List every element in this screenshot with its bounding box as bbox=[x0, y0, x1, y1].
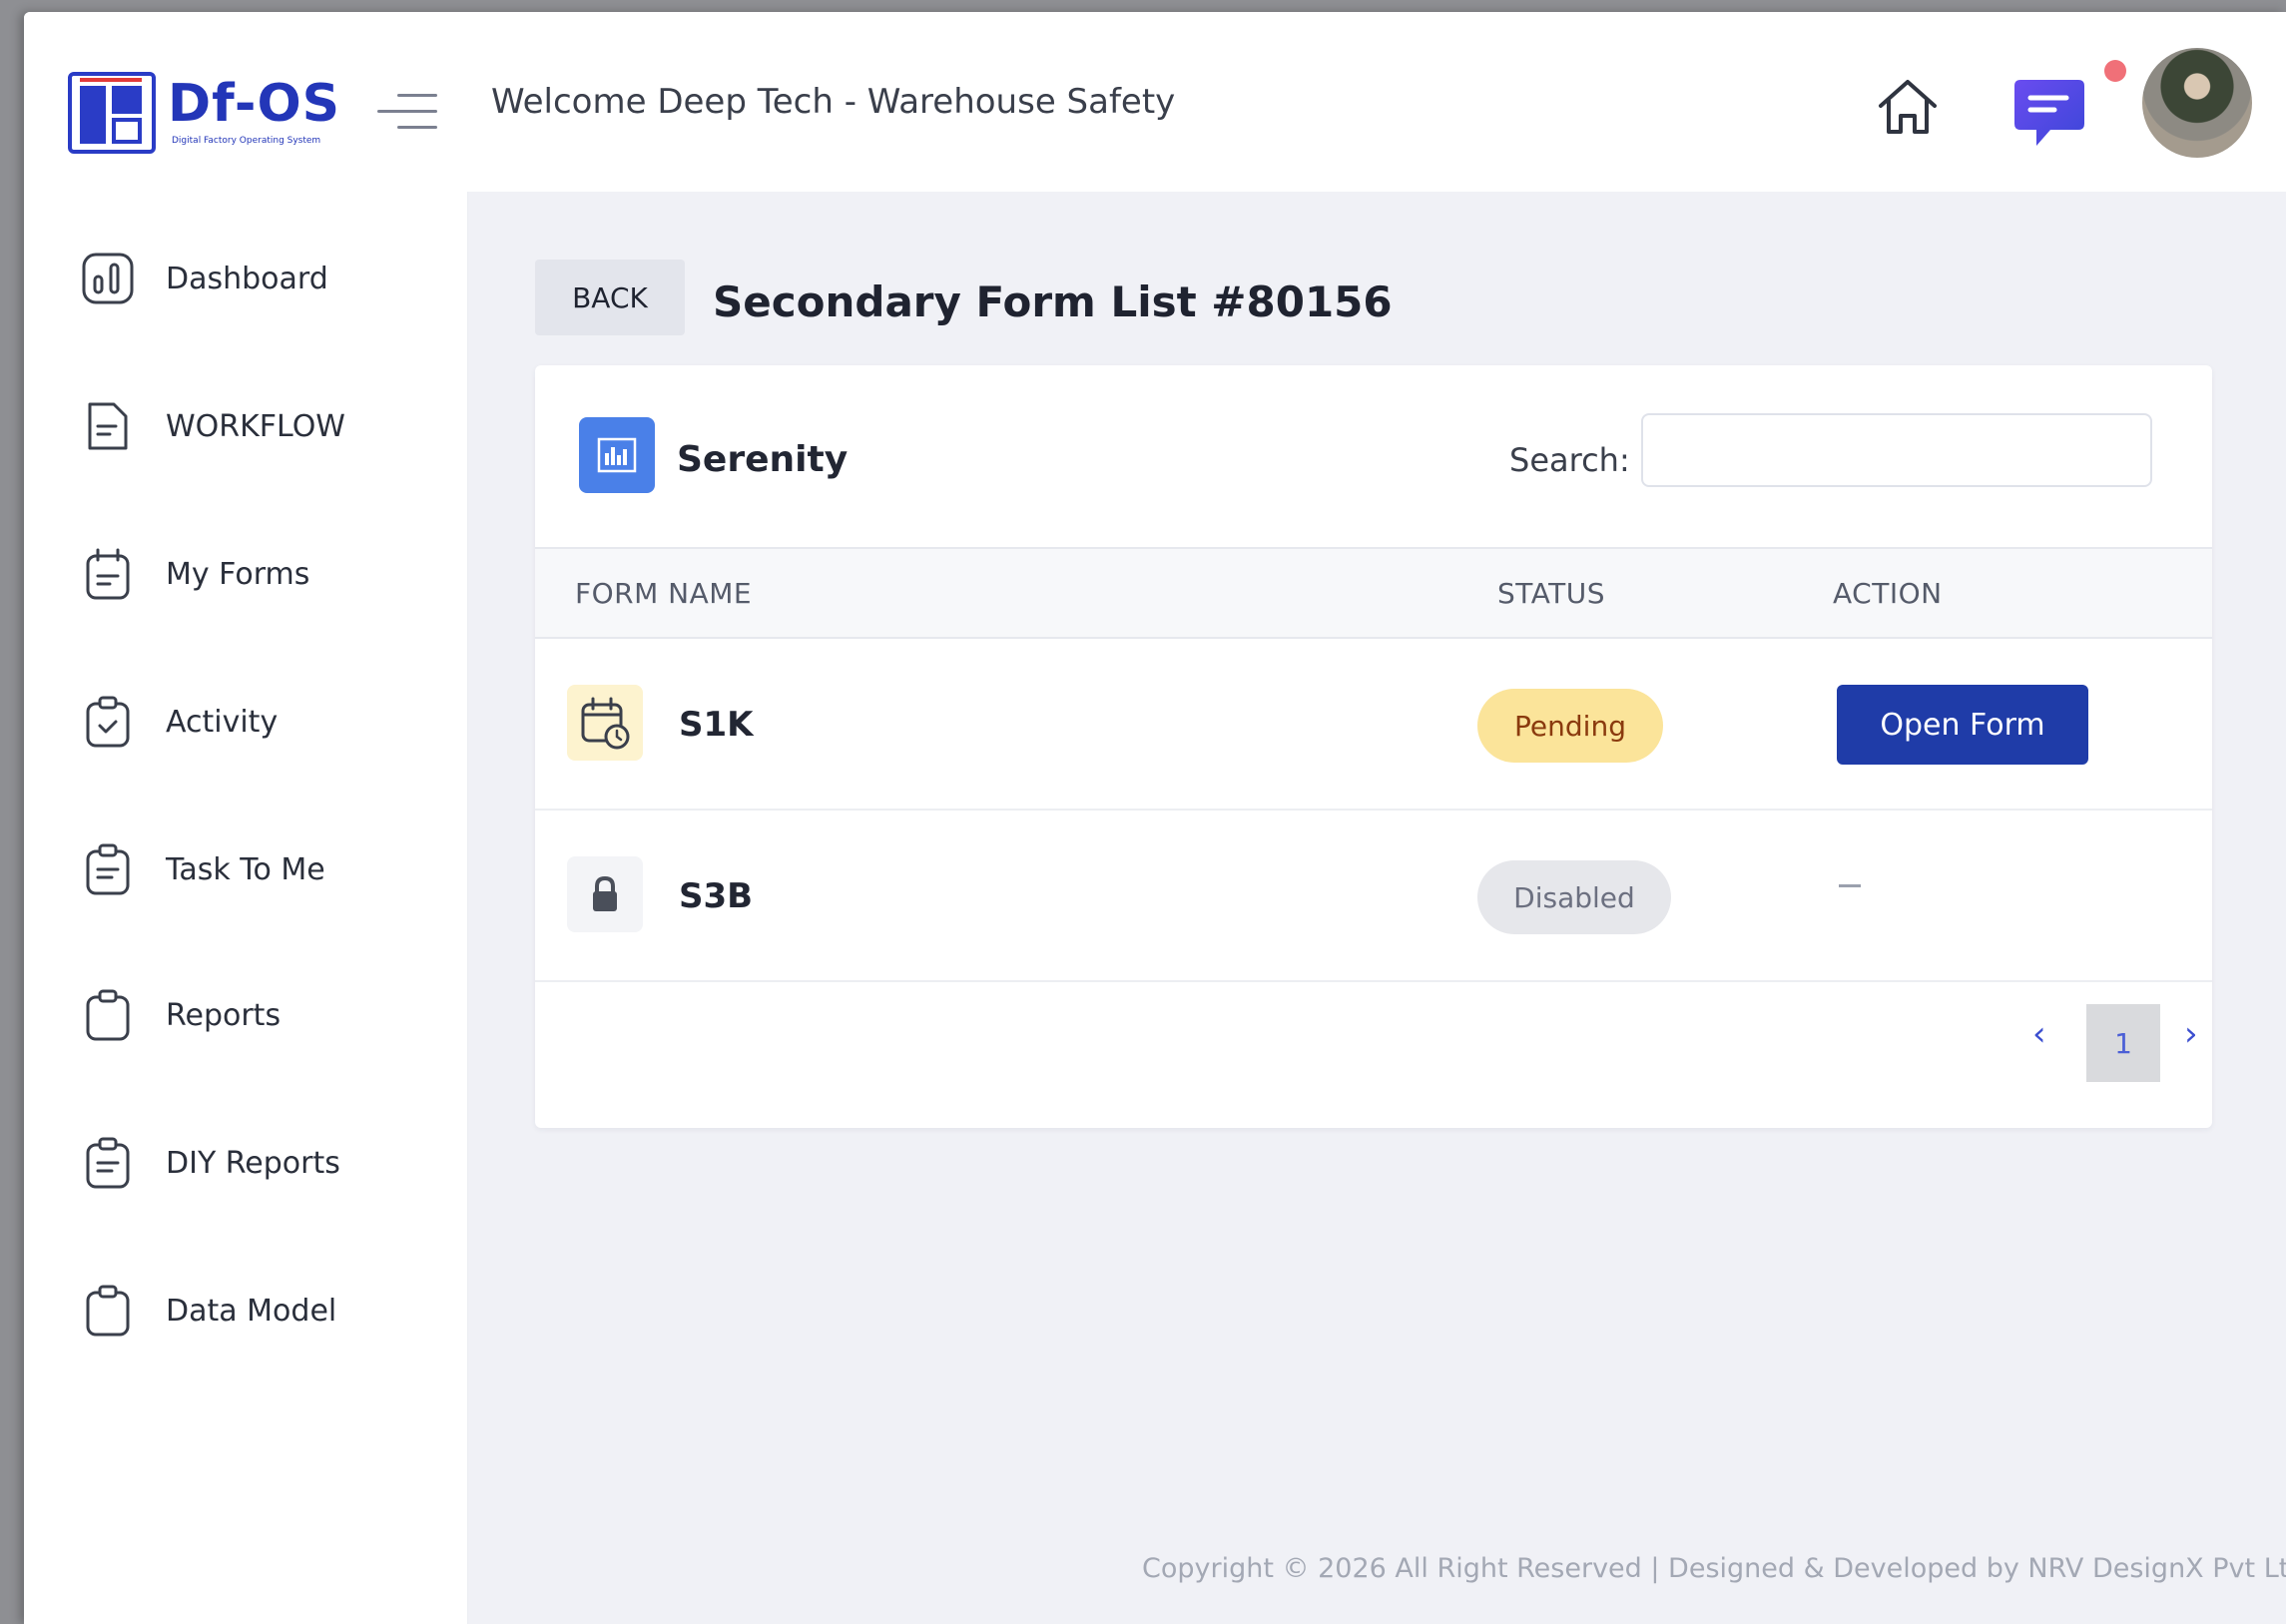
sidebar-item-dashboard[interactable]: Dashboard bbox=[80, 244, 439, 313]
back-button[interactable]: BACK bbox=[535, 260, 685, 335]
sidebar-item-workflow[interactable]: WORKFLOW bbox=[80, 391, 439, 461]
no-action-placeholder bbox=[1839, 884, 1861, 887]
sidebar-item-activity[interactable]: Activity bbox=[80, 687, 439, 757]
sidebar-item-label: My Forms bbox=[166, 556, 310, 592]
table-header: FORM NAME STATUS ACTION bbox=[535, 547, 2212, 639]
form-name: S3B bbox=[679, 876, 754, 916]
brand-tagline: Digital Factory Operating System bbox=[172, 136, 321, 146]
clipboard-icon bbox=[86, 1285, 130, 1337]
menu-toggle-icon[interactable] bbox=[377, 94, 437, 134]
column-header-form-name[interactable]: FORM NAME bbox=[575, 577, 752, 610]
calendar-form-icon bbox=[86, 548, 130, 600]
status-badge: Disabled bbox=[1477, 860, 1671, 934]
lock-icon bbox=[567, 856, 643, 932]
sidebar-item-label: DIY Reports bbox=[166, 1145, 340, 1181]
form-name: S1K bbox=[679, 705, 754, 745]
top-header: Welcome Deep Tech - Warehouse Safety bbox=[467, 12, 2286, 192]
sidebar-item-data-model[interactable]: Data Model bbox=[80, 1276, 439, 1346]
card-title: Serenity bbox=[677, 439, 849, 480]
logo-mark-icon bbox=[68, 72, 156, 154]
clipboard-list-icon bbox=[86, 843, 130, 895]
sidebar-item-label: Reports bbox=[166, 997, 282, 1033]
form-list-card: Serenity Search: FORM NAME STATUS ACTION… bbox=[535, 365, 2212, 1128]
column-header-status[interactable]: STATUS bbox=[1497, 577, 1605, 610]
footer-copyright: Copyright © 2026 All Right Reserved | De… bbox=[1142, 1553, 2286, 1584]
avatar[interactable] bbox=[2142, 48, 2252, 158]
welcome-text: Welcome Deep Tech - Warehouse Safety bbox=[491, 82, 1176, 122]
table-row: S1K Pending Open Form bbox=[535, 639, 2212, 811]
home-icon[interactable] bbox=[1873, 72, 1943, 142]
search-input[interactable] bbox=[1641, 413, 2152, 487]
sidebar-item-label: WORKFLOW bbox=[166, 408, 345, 444]
chat-icon[interactable] bbox=[2010, 74, 2088, 154]
dashboard-icon bbox=[82, 253, 134, 304]
sidebar-item-label: Dashboard bbox=[166, 261, 328, 296]
bar-chart-icon bbox=[579, 417, 655, 493]
clipboard-check-icon bbox=[86, 696, 130, 748]
pagination-next[interactable]: › bbox=[2184, 1014, 2198, 1054]
clipboard-icon bbox=[86, 989, 130, 1041]
pagination-prev[interactable]: ‹ bbox=[2032, 1014, 2046, 1054]
clipboard-list-icon bbox=[86, 1137, 130, 1189]
open-form-button[interactable]: Open Form bbox=[1837, 685, 2088, 765]
brand-name: Df-OS bbox=[168, 74, 341, 134]
document-icon bbox=[88, 402, 128, 450]
status-badge: Pending bbox=[1477, 689, 1663, 763]
sidebar-item-label: Task To Me bbox=[166, 851, 325, 887]
pagination-page[interactable]: 1 bbox=[2086, 1004, 2160, 1082]
notification-dot bbox=[2104, 60, 2126, 82]
sidebar-item-task-to-me[interactable]: Task To Me bbox=[80, 834, 439, 904]
sidebar-item-label: Activity bbox=[166, 704, 279, 740]
sidebar-item-reports[interactable]: Reports bbox=[80, 980, 439, 1050]
search-label: Search: bbox=[1509, 441, 1630, 479]
sidebar-item-diy-reports[interactable]: DIY Reports bbox=[80, 1128, 439, 1198]
column-header-action[interactable]: ACTION bbox=[1833, 577, 1943, 610]
sidebar: Df-OS Digital Factory Operating System D… bbox=[24, 12, 468, 1624]
calendar-clock-icon bbox=[567, 685, 643, 761]
sidebar-item-label: Data Model bbox=[166, 1293, 337, 1329]
app-window: Df-OS Digital Factory Operating System D… bbox=[24, 12, 2286, 1624]
table-row: S3B Disabled bbox=[535, 811, 2212, 982]
brand-logo[interactable]: Df-OS Digital Factory Operating System bbox=[68, 62, 367, 162]
sidebar-item-my-forms[interactable]: My Forms bbox=[80, 539, 439, 609]
page-title: Secondary Form List #80156 bbox=[713, 277, 1393, 326]
